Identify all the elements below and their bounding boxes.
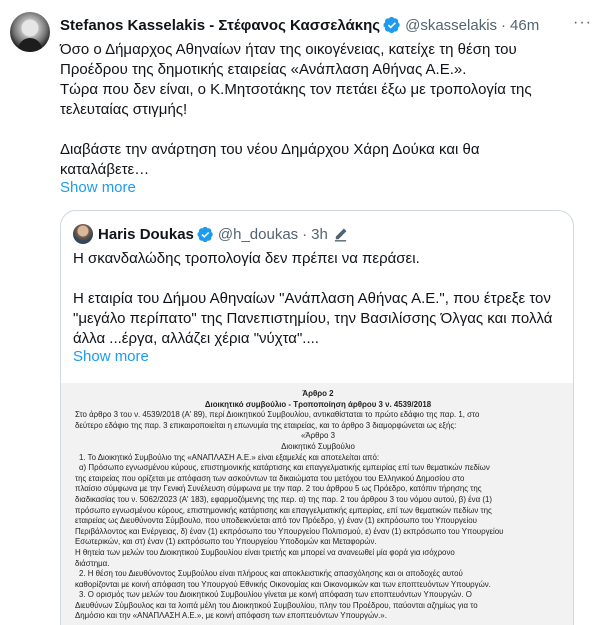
quote-line: "μεγάλο περίπατο" της Πανεπιστημίου, την… [73,310,553,327]
edited-pencil-icon[interactable] [333,227,348,242]
separator-dot: · [302,225,308,243]
quote-author-handle[interactable]: @h_doukas [218,226,298,243]
document-line: Εσωτερικών, και στ) έναν (1) εκπρόσωπο τ… [75,537,377,547]
quote-timestamp[interactable]: 3h [311,226,328,243]
document-line: καθορίζονται με κοινή απόφαση του Υπουργ… [75,579,491,589]
quote-header: Haris Doukas @h_doukas · 3h [73,223,348,245]
document-line: 3. Ο ορισμός των μελών του Διοικητικού Σ… [79,590,472,600]
tweet-text: Όσο ο Δήμαρχος Αθηναίων ήταν της οικογέν… [60,40,590,180]
tweet-line: Προέδρου της δημοτικής εταιρείας «Ανάπλα… [60,61,467,78]
tweet-line: Διαβάστε την ανάρτηση του νέου Δημάρχου … [60,141,480,158]
separator-dot: · [501,16,507,34]
document-line: διαδικασίας του ν. 5062/2023 (Α' 183), ε… [75,494,493,504]
quote-show-more-link[interactable]: Show more [73,348,149,365]
quoted-tweet[interactable]: Haris Doukas @h_doukas · 3h Η σκανδαλώδη… [60,210,574,625]
show-more-link[interactable]: Show more [60,179,136,196]
avatar[interactable] [10,12,50,52]
quote-line: Η εταιρία του Δήμου Αθηναίων "Ανάπλαση Α… [73,290,551,307]
tweet-line: Όσο ο Δήμαρχος Αθηναίων ήταν της οικογέν… [60,41,517,58]
document-line: Στο άρθρο 3 του ν. 4539/2018 (Α' 89), πε… [75,410,480,420]
document-subtitle: Διοικητικό συμβούλιο - Τροποποίηση άρθρο… [204,399,432,409]
document-line: πρόσωπο εγνωσμένου κύρους, επιστημονικής… [75,505,492,515]
document-line: διάστημα. [75,558,110,568]
quote-text: Η σκανδαλώδης τροπολογία δεν πρέπει να π… [73,249,567,349]
quote-author-name[interactable]: Haris Doukas [98,226,194,243]
document-line: δεύτερο εδάφιο της παρ. 3 επικαιροποιείτ… [75,420,457,430]
tweet-line: Τώρα που δεν είναι, ο Κ.Μητσοτάκης τον π… [60,81,532,98]
tweet-header: Stefanos Kasselakis - Στέφανος Κασσελάκη… [60,14,592,36]
tweet[interactable]: Stefanos Kasselakis - Στέφανος Κασσελάκη… [0,0,606,625]
document-line: της εταιρείας που ορίζεται με απόφαση τω… [75,473,465,483]
document-line: Η θητεία των μελών του Διοικητικού Συμβο… [75,547,455,557]
document-line: Διευθύνων Σύμβουλος και τα λοιπά μέλη το… [75,600,478,610]
tweet-line: τελευταίας στιγμής! [60,101,188,118]
quote-line: Η σκανδαλώδης τροπολογία δεν πρέπει να π… [73,250,420,267]
verified-badge-icon [383,16,400,34]
tweet-line: καταλάβετε… [60,161,150,178]
document-line: 2. Η θέση του Διευθύνοντος Συμβούλου είν… [79,569,463,579]
document-line: «Άρθρο 3 [301,431,335,441]
more-options-icon[interactable]: ··· [573,14,592,32]
document-line: α) Πρόσωπο εγνωσμένου κύρους, επιστημονι… [79,463,490,473]
quote-line: άλλα ...έργα, αλλάζει χέρια "νύχτα".... [73,330,319,347]
author-name[interactable]: Stefanos Kasselakis - Στέφανος Κασσελάκη… [60,17,380,34]
document-line: Περιβάλλοντος και Ενέργειας, δ) έναν (1)… [75,526,504,536]
document-line: πλαίσιο σύμφωνα με την Γενική Συνέλευση … [75,484,482,494]
document-line: εταιρείας ως Διευθύνοντα Σύμβουλο, που υ… [75,516,477,526]
document-line: Διοικητικό Συμβούλιο [281,441,355,451]
document-image[interactable]: Άρθρο 2 Διοικητικό συμβούλιο - Τροποποίη… [61,383,573,625]
author-handle[interactable]: @skasselakis [405,17,497,34]
quote-avatar[interactable] [73,224,93,244]
document-line: 1. Το Διοικητικό Συμβούλιο της «ΑΝΑΠΛΑΣΗ… [79,452,380,462]
document-title: Άρθρο 2 [302,389,334,398]
document-line: Δημόσιο και την «ΑΝΑΠΛΑΣΗ Α.Ε.», με κοιν… [75,611,387,621]
verified-badge-icon [197,226,213,242]
timestamp[interactable]: 46m [510,17,539,34]
